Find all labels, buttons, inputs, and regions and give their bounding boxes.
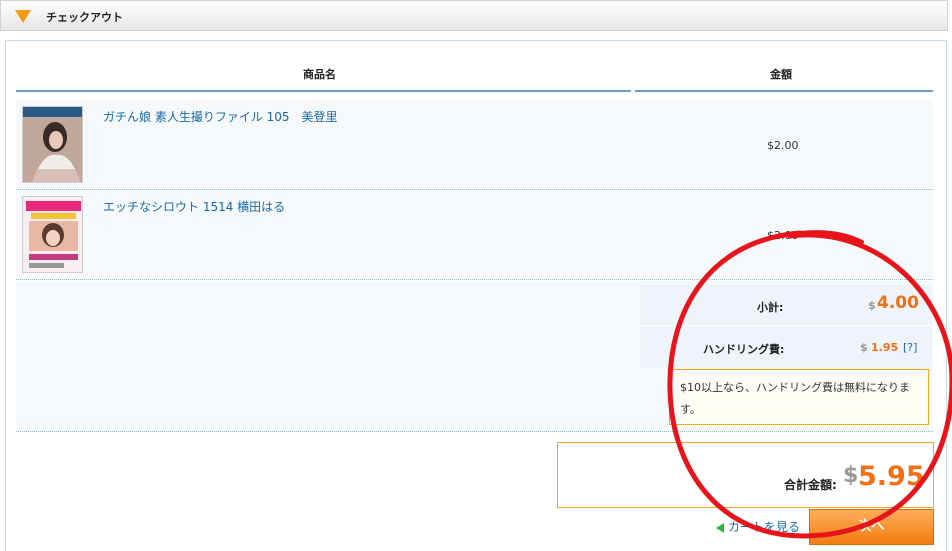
handling-currency: $	[860, 341, 868, 354]
product-link[interactable]: エッチなシロウト 1514 横田はる	[103, 198, 285, 215]
triangle-down-icon	[15, 10, 31, 23]
table-row: ガチん娘 素人生撮りファイル 105 美登里 $2.00	[16, 100, 933, 188]
page-title: チェックアウト	[46, 11, 123, 24]
subtotal-label: 小計:	[757, 301, 784, 314]
checkout-title-bar: チェックアウト	[0, 0, 948, 31]
view-cart-link[interactable]: カートを見る	[716, 518, 800, 535]
arrow-left-icon	[716, 522, 724, 533]
subtotal-value: 4.00	[877, 293, 919, 313]
view-cart-label: カートを見る	[728, 520, 801, 534]
column-header-product-name: 商品名	[303, 68, 336, 81]
handling-fee-label: ハンドリング費:	[703, 343, 785, 356]
summary-divider-bottom	[16, 431, 933, 432]
handling-fee-notice: $10以上なら、ハンドリング費は無料になります。	[669, 369, 929, 425]
total-currency: $	[843, 463, 859, 488]
subtotal-currency: $	[868, 299, 876, 312]
table-row: エッチなシロウト 1514 横田はる $2.00	[16, 190, 933, 278]
row-divider	[16, 279, 933, 280]
next-button[interactable]: 次へ	[809, 509, 934, 545]
product-thumbnail[interactable]	[22, 196, 83, 273]
header-underline-price	[635, 90, 933, 92]
total-label: 合計金額:	[784, 478, 837, 492]
summary-divider	[640, 325, 932, 326]
item-price: $2.00	[767, 229, 799, 242]
header-underline-name	[16, 90, 631, 92]
total-box: 合計金額: $ 5.95	[557, 442, 934, 508]
item-price: $2.00	[767, 139, 799, 152]
product-thumbnail[interactable]	[22, 106, 83, 183]
handling-help-link[interactable]: [?]	[903, 341, 917, 354]
handling-value: 1.95	[871, 341, 899, 354]
column-header-price: 金額	[770, 68, 792, 81]
product-link[interactable]: ガチん娘 素人生撮りファイル 105 美登里	[103, 108, 338, 125]
total-value: 5.95	[858, 461, 925, 492]
